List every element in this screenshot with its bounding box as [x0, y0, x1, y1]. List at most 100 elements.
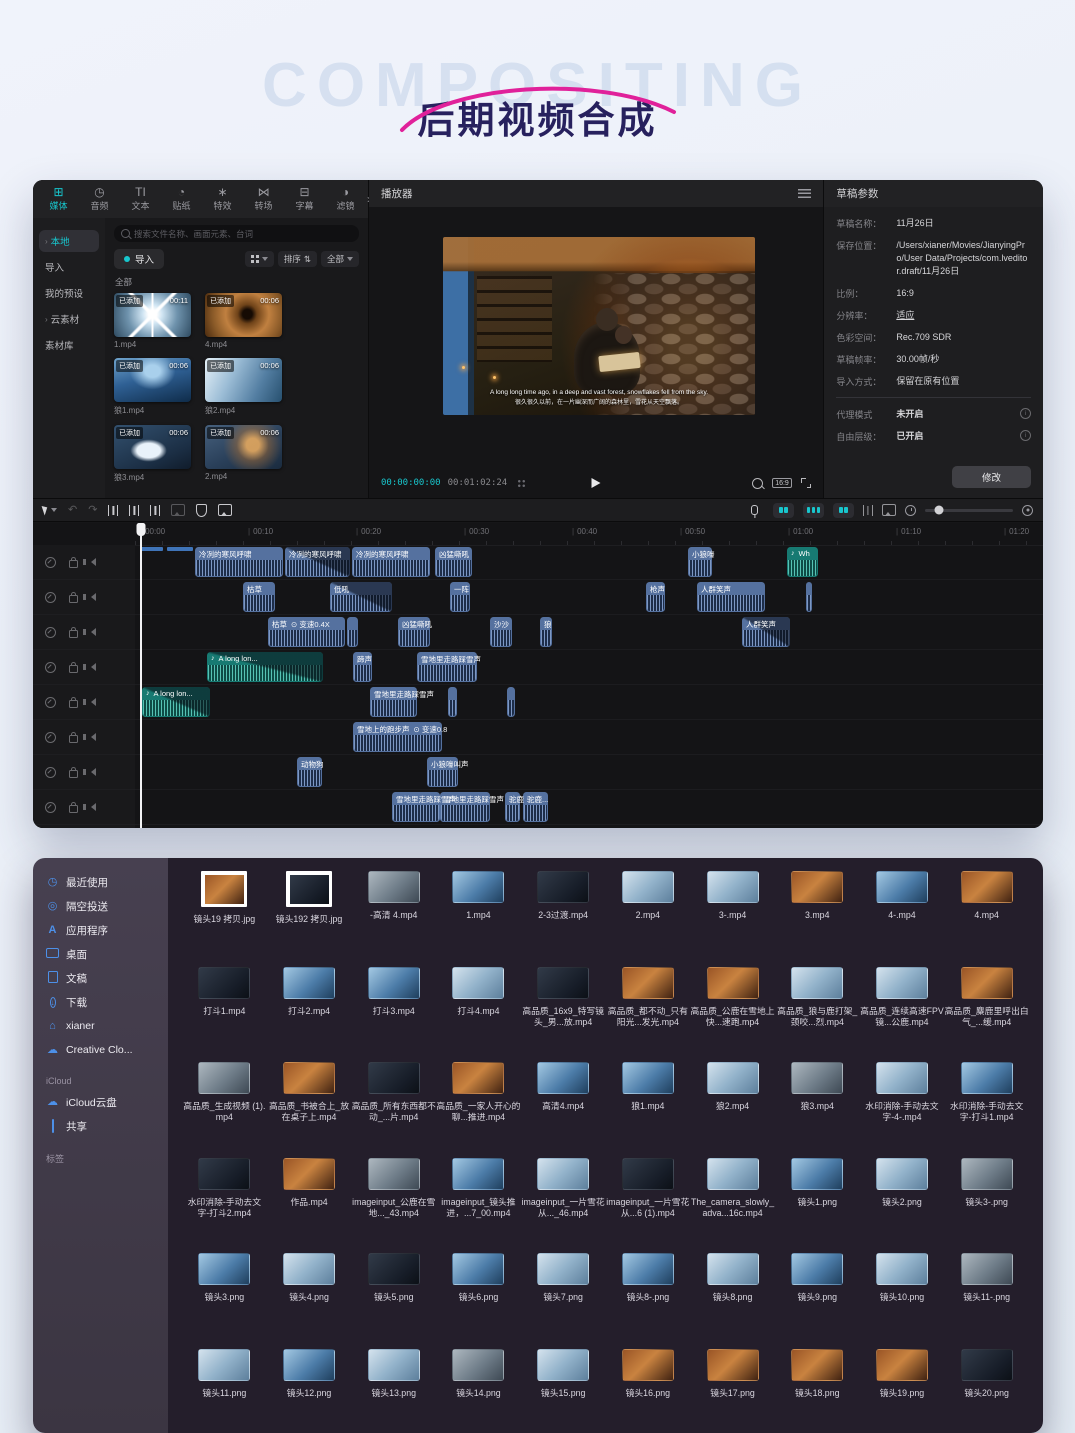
- tab-text[interactable]: TI文本: [121, 186, 160, 212]
- file-item[interactable]: 作品.mp4: [267, 1151, 352, 1247]
- timeline-clip[interactable]: 凶猛嘶吼: [398, 617, 430, 647]
- track-mute-icon[interactable]: [91, 803, 96, 811]
- file-item[interactable]: 镜头13.png: [351, 1342, 436, 1433]
- auto-snap-toggle[interactable]: [803, 503, 824, 518]
- file-item[interactable]: 镜头10.png: [860, 1246, 945, 1342]
- file-item[interactable]: 镜头3.png: [182, 1246, 267, 1342]
- preview-axis-button[interactable]: [863, 505, 873, 516]
- file-item[interactable]: 镜头14.png: [436, 1342, 521, 1433]
- search-input[interactable]: 搜索文件名称、画面元素、台词: [114, 225, 359, 242]
- undo-button[interactable]: ↶: [68, 505, 77, 516]
- redo-button[interactable]: ↷: [88, 505, 97, 516]
- mask-tool-button[interactable]: [196, 504, 207, 517]
- file-item[interactable]: 镜头15.png: [521, 1342, 606, 1433]
- timeline-clip[interactable]: 冷冽的寒风呼啸: [285, 547, 350, 577]
- track-lock-icon[interactable]: [69, 805, 78, 813]
- track-record-icon[interactable]: [45, 662, 56, 673]
- file-item[interactable]: 镜头1.png: [775, 1151, 860, 1247]
- track-record-icon[interactable]: [45, 802, 56, 813]
- track-lock-icon[interactable]: [69, 560, 78, 568]
- finder-sidebar-item-shared[interactable]: 共享: [33, 1114, 168, 1138]
- timeline-clip[interactable]: 雪地里走路踩雪声: [440, 792, 490, 822]
- player-menu-icon[interactable]: [798, 189, 811, 198]
- frame-grid-icon[interactable]: [517, 479, 526, 488]
- file-item[interactable]: 镜头19 拷贝.jpg: [182, 864, 267, 960]
- fullscreen-icon[interactable]: [801, 478, 811, 488]
- file-item[interactable]: The_camera_slowly_adva...16c.mp4: [690, 1151, 775, 1247]
- timeline-clip[interactable]: [806, 582, 812, 612]
- track-record-icon[interactable]: [45, 767, 56, 778]
- file-item[interactable]: 高品质_一家人开心的聊...推进.mp4: [436, 1055, 521, 1151]
- file-item[interactable]: 打斗2.mp4: [267, 960, 352, 1056]
- file-item[interactable]: 水印消除-手动去文字-打斗1.mp4: [944, 1055, 1029, 1151]
- media-sidebar-item-我的预设[interactable]: 我的预设: [39, 282, 99, 304]
- timeline-clip[interactable]: 冷冽的寒风呼啸: [352, 547, 430, 577]
- file-item[interactable]: 2.mp4: [605, 864, 690, 960]
- timeline-clip[interactable]: 小狼嚎叫声: [427, 757, 458, 787]
- file-item[interactable]: 4-.mp4: [860, 864, 945, 960]
- track-mute-icon[interactable]: [91, 663, 96, 671]
- finder-sidebar-item-creative-cloud[interactable]: ☁Creative Clo...: [33, 1038, 168, 1062]
- info-icon[interactable]: i: [1020, 408, 1031, 419]
- track-mute-icon[interactable]: [91, 733, 96, 741]
- timeline-clip[interactable]: 枯草⊙ 变速0.4X: [268, 617, 345, 647]
- tab-effects[interactable]: ∗特效: [203, 186, 242, 212]
- file-item[interactable]: 镜头20.png: [944, 1342, 1029, 1433]
- file-item[interactable]: imageinput_一片雪花从..._46.mp4: [521, 1151, 606, 1247]
- track-mute-icon[interactable]: [91, 558, 96, 566]
- trim-right-button[interactable]: [150, 505, 160, 516]
- file-item[interactable]: 1.mp4: [436, 864, 521, 960]
- file-item[interactable]: 高品质_都不动_只有阳光...发光.mp4: [605, 960, 690, 1056]
- file-item[interactable]: 高品质_生成视频 (1).mp4: [182, 1055, 267, 1151]
- file-item[interactable]: 打斗3.mp4: [351, 960, 436, 1056]
- file-item[interactable]: 狼3.mp4: [775, 1055, 860, 1151]
- file-item[interactable]: imageinput_公鹿在雪地..._43.mp4: [351, 1151, 436, 1247]
- link-clips-toggle[interactable]: [833, 503, 854, 518]
- finder-sidebar-item-icloud[interactable]: ☁iCloud云盘: [33, 1090, 168, 1114]
- track-record-icon[interactable]: [45, 697, 56, 708]
- file-item[interactable]: 镜头19.png: [860, 1342, 945, 1433]
- finder-sidebar-item-airdrop[interactable]: ◎隔空投送: [33, 894, 168, 918]
- track-mute-icon[interactable]: [91, 593, 96, 601]
- tab-transitions[interactable]: ⋈转场: [244, 186, 283, 212]
- file-item[interactable]: 镜头8.png: [690, 1246, 775, 1342]
- preview-zoom-icon[interactable]: [752, 478, 763, 489]
- file-item[interactable]: 4.mp4: [944, 864, 1029, 960]
- timeline-clip[interactable]: 枯草: [243, 582, 275, 612]
- import-button[interactable]: 导入: [114, 249, 164, 269]
- file-item[interactable]: 镜头7.png: [521, 1246, 606, 1342]
- track-mute-icon[interactable]: [91, 628, 96, 636]
- file-item[interactable]: 镜头17.png: [690, 1342, 775, 1433]
- select-tool-button[interactable]: [43, 505, 57, 515]
- track-lock-icon[interactable]: [69, 735, 78, 743]
- finder-sidebar-item-home[interactable]: ⌂xianer: [33, 1014, 168, 1038]
- track-mute-icon[interactable]: [91, 698, 96, 706]
- track-record-icon[interactable]: [45, 732, 56, 743]
- track-record-icon[interactable]: [45, 592, 56, 603]
- tab-sticker[interactable]: ◔贴纸: [162, 186, 201, 212]
- file-item[interactable]: 镜头18.png: [775, 1342, 860, 1433]
- timeline-clip[interactable]: [347, 617, 358, 647]
- track-record-icon[interactable]: [45, 627, 56, 638]
- tab-media[interactable]: ⊞媒体: [39, 186, 78, 212]
- file-item[interactable]: 镜头16.png: [605, 1342, 690, 1433]
- timeline-clip[interactable]: 狼: [540, 617, 552, 647]
- file-item[interactable]: 镜头11.png: [182, 1342, 267, 1433]
- media-sidebar-item-导入[interactable]: 导入: [39, 256, 99, 278]
- main-track-magnet-toggle[interactable]: [773, 503, 794, 518]
- file-item[interactable]: 打斗4.mp4: [436, 960, 521, 1056]
- timeline-clip[interactable]: 人群笑声: [697, 582, 765, 612]
- media-item[interactable]: 已添加00:06狼2.mp4: [205, 358, 282, 416]
- file-item[interactable]: 镜头3-.png: [944, 1151, 1029, 1247]
- aspect-ratio-badge[interactable]: 16:9: [772, 478, 793, 488]
- file-item[interactable]: 水印消除-手动去文字-4-.mp4: [860, 1055, 945, 1151]
- file-item[interactable]: 打斗1.mp4: [182, 960, 267, 1056]
- tab-audio[interactable]: ◷音频: [80, 186, 119, 212]
- finder-sidebar-item-documents[interactable]: 文稿: [33, 966, 168, 990]
- global-inout-button[interactable]: [882, 504, 896, 516]
- track-mute-icon[interactable]: [91, 768, 96, 776]
- timeline-clip[interactable]: 沙沙: [490, 617, 512, 647]
- finder-sidebar-item-clock[interactable]: ◷最近使用: [33, 870, 168, 894]
- freeze-frame-button[interactable]: [171, 504, 185, 516]
- file-item[interactable]: 镜头6.png: [436, 1246, 521, 1342]
